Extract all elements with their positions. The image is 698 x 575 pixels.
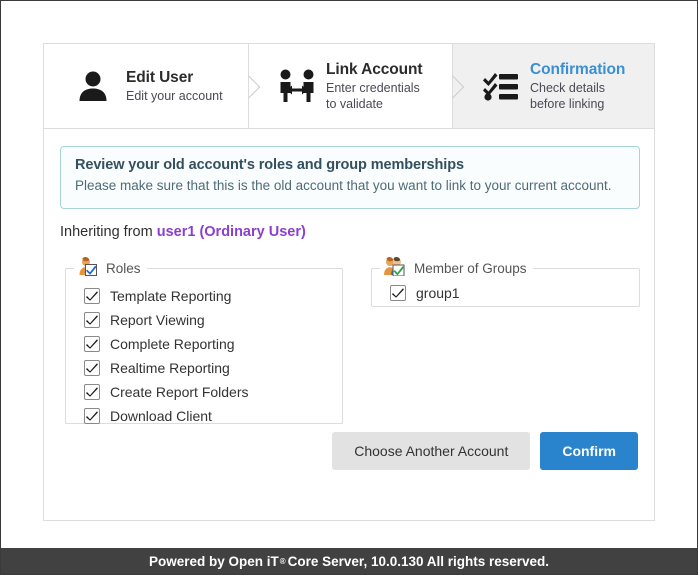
wizard-steps: Edit User Edit your account Link Account… [44,44,654,129]
review-banner: Review your old account's roles and grou… [60,146,640,209]
user-icon [70,68,116,104]
confirm-button[interactable]: Confirm [540,432,638,470]
user-check-icon [78,257,98,279]
role-row[interactable]: Realtime Reporting [84,357,342,379]
wizard-step-edit-user[interactable]: Edit User Edit your account [44,44,248,128]
choose-another-account-button[interactable]: Choose Another Account [332,432,531,470]
group-checkbox[interactable] [390,285,406,301]
wizard-step-link-account-subtitle-line1: Enter credentials [326,81,420,96]
action-buttons: Choose Another Account Confirm [332,432,638,470]
wizard-step-link-account[interactable]: Link Account Enter credentials to valida… [248,44,452,128]
users-check-icon [384,257,406,279]
wizard-step-confirmation-title: Confirmation [530,60,626,78]
wizard-step-edit-user-subtitle: Edit your account [126,88,223,103]
roles-panel-legend-label: Roles [106,260,141,276]
inheriting-from-label: Inheriting from [60,224,153,240]
role-label: Create Report Folders [110,384,249,400]
group-row[interactable]: group1 [390,282,639,304]
inheriting-from: Inheriting from user1 (Ordinary User) [60,224,306,240]
roles-panel: Roles Template Reporting Report Viewing [65,257,343,424]
wizard-step-confirmation-subtitle-line2: before linking [530,96,605,111]
wizard-step-link-account-text: Link Account Enter credentials to valida… [320,60,423,113]
wizard-card: Edit User Edit your account Link Account… [43,43,655,521]
role-label: Report Viewing [110,312,205,328]
role-row[interactable]: Create Report Folders [84,381,342,403]
registered-mark: ® [279,556,286,566]
review-banner-title: Review your old account's roles and grou… [75,157,464,173]
wizard-step-edit-user-title: Edit User [126,68,194,86]
wizard-step-confirmation-subtitle-line1: Check details [530,81,606,96]
groups-panel: Member of Groups group1 [371,257,640,307]
groups-panel-legend: Member of Groups [380,257,533,279]
wizard-step-edit-user-text: Edit User Edit your account [116,68,223,105]
role-checkbox[interactable] [84,288,100,304]
inherited-account-link[interactable]: user1 (Ordinary User) [157,224,306,240]
footer-bar: Powered by Open iT ® Core Server, 10.0.130… [1,548,697,574]
role-checkbox[interactable] [84,360,100,376]
checklist-icon [478,70,524,102]
wizard-step-link-account-subtitle: Enter credentials to validate [326,81,422,112]
wizard-step-confirmation-subtitle: Check details before linking [530,81,625,112]
wizard-step-confirmation-text: Confirmation Check details before linkin… [524,60,625,113]
wizard-step-confirmation[interactable]: Confirmation Check details before linkin… [452,44,654,128]
role-label: Realtime Reporting [110,360,230,376]
footer-text-after: Core Server, 10.0.130 All rights reserve… [287,553,550,569]
roles-panel-legend: Roles [74,257,147,279]
role-label: Download Client [110,408,212,424]
roles-list: Template Reporting Report Viewing Comple… [66,279,342,437]
role-label: Complete Reporting [110,336,235,352]
role-checkbox[interactable] [84,336,100,352]
role-checkbox[interactable] [84,384,100,400]
role-checkbox[interactable] [84,312,100,328]
card-body: Review your old account's roles and grou… [44,129,654,521]
footer-text-before: Powered by Open iT [148,553,279,569]
role-row[interactable]: Download Client [84,405,342,427]
link-account-icon [274,68,320,104]
role-checkbox[interactable] [84,408,100,424]
role-row[interactable]: Complete Reporting [84,333,342,355]
wizard-step-link-account-subtitle-line2: to validate [326,96,383,111]
role-row[interactable]: Report Viewing [84,309,342,331]
role-label: Template Reporting [110,288,232,304]
groups-list: group1 [372,279,639,312]
role-row[interactable]: Template Reporting [84,285,342,307]
wizard-step-link-account-title: Link Account [326,60,423,78]
group-label: group1 [416,285,460,301]
groups-panel-legend-label: Member of Groups [414,260,527,276]
review-banner-subtitle: Please make sure that this is the old ac… [75,178,612,193]
